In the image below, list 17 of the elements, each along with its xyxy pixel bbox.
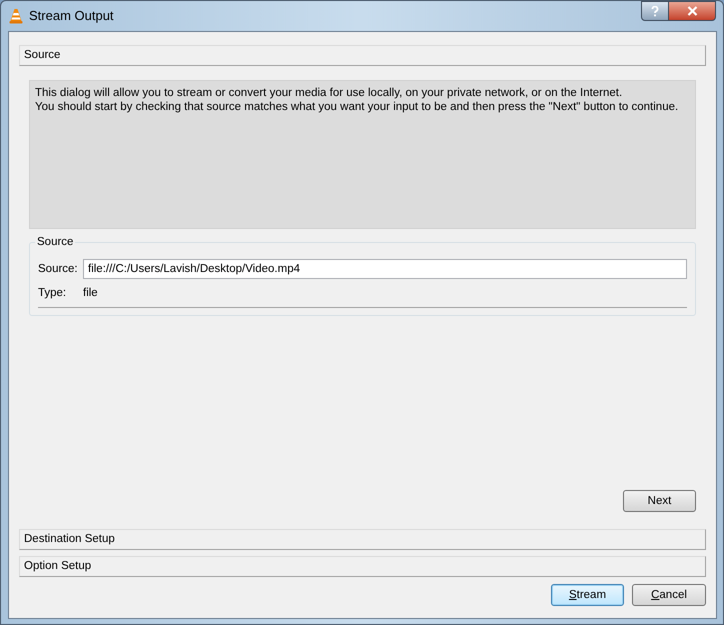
close-button[interactable] [669, 1, 716, 21]
section-header[interactable]: Destination Setup [19, 529, 706, 550]
dialog-button[interactable]: Cancel [632, 584, 706, 606]
section-header[interactable]: Option Setup [19, 556, 706, 578]
dialog-button[interactable]: Stream [551, 584, 624, 606]
info-text: This dialog will allow you to stream or convert your media for use locally, on your private network, or on the Internet. You should start by checking that source matches what you want your input to be and then press the "Next" button to continue. [35, 86, 680, 114]
type-value: file [83, 286, 98, 302]
section-header[interactable]: Source [19, 45, 706, 66]
help-button[interactable] [641, 1, 669, 21]
close-icon [686, 6, 698, 16]
source-label: Source: [38, 262, 79, 276]
traffic-cone-icon [9, 8, 23, 24]
type-label: Type: [38, 286, 68, 302]
source-field[interactable]: file:///C:/Users/Lavish/Desktop/Video.mp4 [83, 259, 687, 280]
window-title: Stream Output [29, 7, 114, 26]
help-icon [651, 6, 659, 16]
next-button[interactable]: Next [623, 490, 696, 512]
